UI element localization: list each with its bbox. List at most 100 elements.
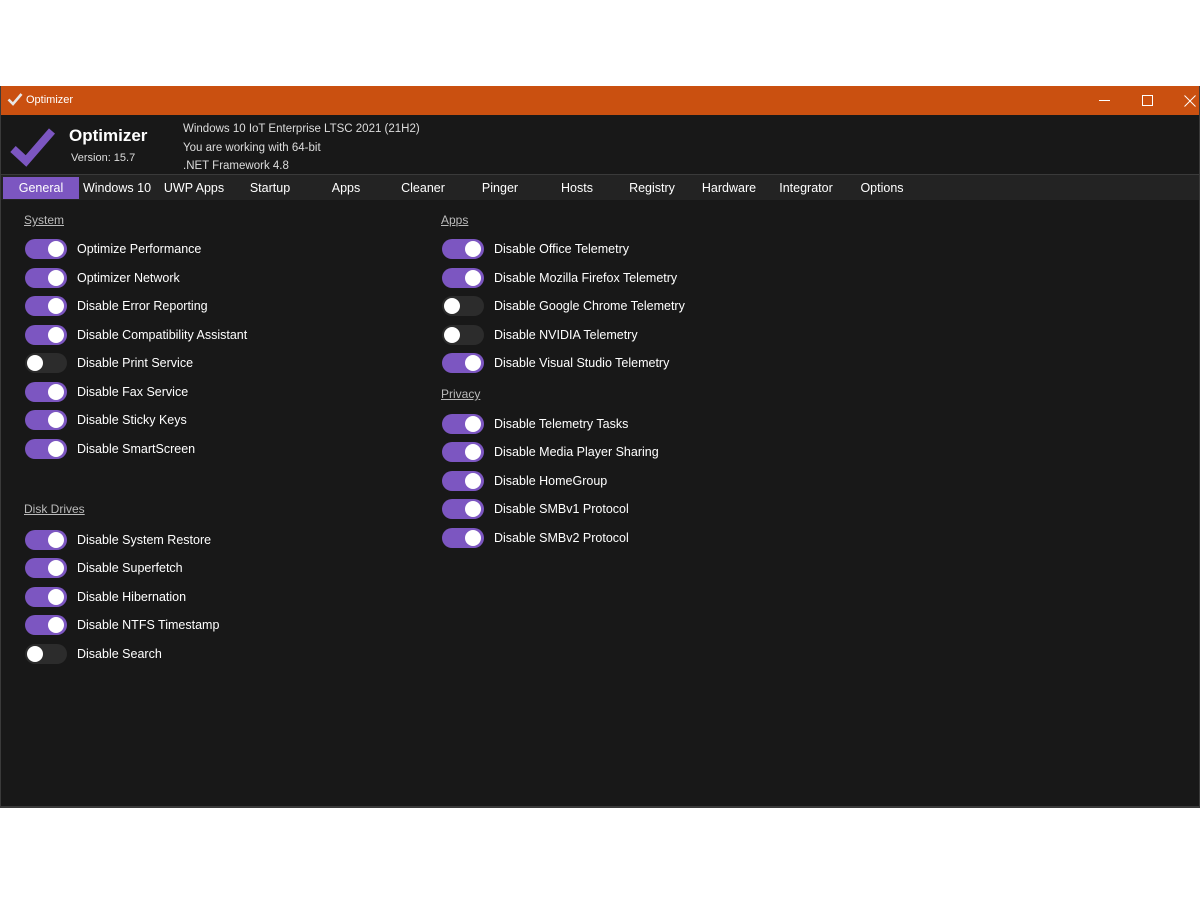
minimize-icon [1098,100,1110,101]
option-disable-nvidia-telemetry[interactable]: Disable NVIDIA Telemetry [442,324,638,346]
toggle-switch[interactable] [442,471,484,491]
option-disable-media-player-sharing[interactable]: Disable Media Player Sharing [442,441,659,463]
option-disable-search[interactable]: Disable Search [25,643,162,665]
option-disable-smbv2-protocol[interactable]: Disable SMBv2 Protocol [442,527,629,549]
version-label: Version: 15.7 [71,152,136,164]
toggle-knob [48,441,64,457]
toggle-switch[interactable] [25,644,67,664]
section-title-system: System [24,213,65,227]
tab-pinger[interactable]: Pinger [461,177,539,199]
option-label: Disable Media Player Sharing [494,445,659,459]
option-disable-smbv1-protocol[interactable]: Disable SMBv1 Protocol [442,498,629,520]
checkmark-logo-icon [10,128,56,167]
minimize-button[interactable] [1082,86,1126,115]
option-label: Disable NVIDIA Telemetry [494,328,638,342]
toggle-switch[interactable] [442,353,484,373]
toggle-knob [444,298,460,314]
tab-hardware[interactable]: Hardware [691,177,767,199]
toggle-switch[interactable] [25,587,67,607]
option-disable-firefox-telemetry[interactable]: Disable Mozilla Firefox Telemetry [442,267,677,289]
optimizer-window: Optimizer Optimizer Version: 15.7 Window… [0,86,1200,808]
option-disable-homegroup[interactable]: Disable HomeGroup [442,470,607,492]
option-disable-system-restore[interactable]: Disable System Restore [25,529,211,551]
option-disable-smartscreen[interactable]: Disable SmartScreen [25,438,195,460]
option-disable-superfetch[interactable]: Disable Superfetch [25,557,183,579]
toggle-switch[interactable] [25,439,67,459]
toggle-switch[interactable] [25,296,67,316]
title-bar[interactable]: Optimizer [1,86,1199,115]
option-label: Disable Visual Studio Telemetry [494,356,670,370]
toggle-switch[interactable] [442,442,484,462]
toggle-knob [465,270,481,286]
toggle-knob [48,617,64,633]
toggle-knob [465,530,481,546]
toggle-switch[interactable] [442,296,484,316]
option-label: Disable Google Chrome Telemetry [494,299,685,313]
tab-registry[interactable]: Registry [615,177,689,199]
option-label: Disable NTFS Timestamp [77,618,220,632]
option-disable-office-telemetry[interactable]: Disable Office Telemetry [442,238,629,260]
toggle-switch[interactable] [25,325,67,345]
maximize-icon [1141,95,1153,106]
toggle-knob [48,532,64,548]
tab-uwp-apps[interactable]: UWP Apps [155,177,233,199]
option-disable-telemetry-tasks[interactable]: Disable Telemetry Tasks [442,413,628,435]
toggle-knob [48,412,64,428]
app-header: Optimizer Version: 15.7 Windows 10 IoT E… [1,115,1199,174]
toggle-switch[interactable] [442,325,484,345]
tab-bar: General Windows 10 UWP Apps Startup Apps… [1,174,1199,200]
toggle-switch[interactable] [25,239,67,259]
tab-general[interactable]: General [3,177,79,199]
option-label: Disable Print Service [77,356,194,370]
option-label: Disable Fax Service [77,385,189,399]
close-button[interactable] [1168,86,1199,115]
toggle-knob [48,589,64,605]
option-label: Disable SMBv2 Protocol [494,531,629,545]
close-icon [1184,94,1196,107]
tab-windows-10[interactable]: Windows 10 [79,177,155,199]
toggle-switch[interactable] [442,239,484,259]
toggle-switch[interactable] [442,528,484,548]
toggle-switch[interactable] [25,268,67,288]
option-label: Disable System Restore [77,533,212,547]
toggle-switch[interactable] [442,499,484,519]
option-optimizer-network[interactable]: Optimizer Network [25,267,180,289]
maximize-button[interactable] [1125,86,1169,115]
option-optimize-performance[interactable]: Optimize Performance [25,238,201,260]
option-label: Disable Search [77,647,162,661]
toggle-knob [465,444,481,460]
tab-startup[interactable]: Startup [233,177,307,199]
tab-integrator[interactable]: Integrator [767,177,845,199]
toggle-knob [48,241,64,257]
tab-options[interactable]: Options [845,177,919,199]
toggle-knob [48,327,64,343]
option-disable-chrome-telemetry[interactable]: Disable Google Chrome Telemetry [442,295,685,317]
toggle-switch[interactable] [25,615,67,635]
option-disable-fax-service[interactable]: Disable Fax Service [25,381,188,403]
toggle-knob [48,560,64,576]
toggle-switch[interactable] [25,382,67,402]
option-disable-sticky-keys[interactable]: Disable Sticky Keys [25,409,187,431]
toggle-switch[interactable] [442,268,484,288]
tab-hosts[interactable]: Hosts [539,177,615,199]
tab-cleaner[interactable]: Cleaner [385,177,461,199]
tab-apps[interactable]: Apps [307,177,385,199]
toggle-switch[interactable] [25,530,67,550]
option-disable-visual-studio-telemetry[interactable]: Disable Visual Studio Telemetry [442,352,669,374]
option-label: Disable SmartScreen [77,442,196,456]
option-disable-print-service[interactable]: Disable Print Service [25,352,193,374]
option-disable-error-reporting[interactable]: Disable Error Reporting [25,295,208,317]
toggle-knob [465,501,481,517]
option-label: Optimizer Network [77,271,180,285]
toggle-knob [444,327,460,343]
toggle-knob [465,241,481,257]
toggle-switch[interactable] [25,353,67,373]
toggle-switch[interactable] [25,410,67,430]
option-label: Disable Office Telemetry [494,242,630,256]
toggle-switch[interactable] [442,414,484,434]
toggle-switch[interactable] [25,558,67,578]
option-disable-ntfs-timestamp[interactable]: Disable NTFS Timestamp [25,614,219,636]
option-disable-hibernation[interactable]: Disable Hibernation [25,586,186,608]
option-disable-compatibility-assistant[interactable]: Disable Compatibility Assistant [25,324,247,346]
option-label: Optimize Performance [77,242,202,256]
